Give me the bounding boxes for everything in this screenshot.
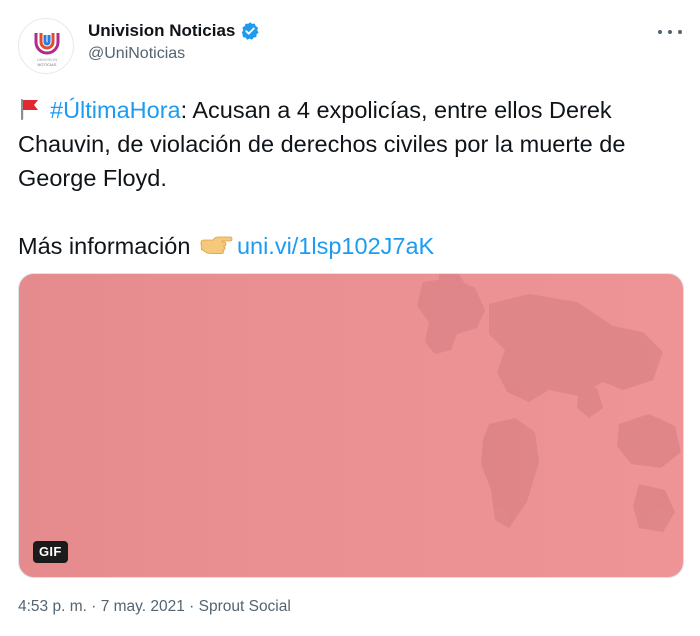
author-avatar[interactable]: UNIVISION NOTICIAS NOTICIAS xyxy=(18,18,74,74)
author-handle[interactable]: @UniNoticias xyxy=(88,45,260,63)
author-block: Univision Noticias @UniNoticias xyxy=(88,20,260,63)
tweet-card: UNIVISION NOTICIAS NOTICIAS Univision No… xyxy=(0,0,700,636)
verified-badge-icon xyxy=(242,22,259,40)
gif-media[interactable]: GIF xyxy=(18,273,684,578)
tweet-text: #ÚltimaHora: Acusan a 4 expolicías, entr… xyxy=(18,93,682,263)
hashtag-link[interactable]: #ÚltimaHora xyxy=(50,97,181,123)
red-flag-icon xyxy=(21,99,38,120)
more-info-label: Más información xyxy=(18,233,191,259)
gif-badge: GIF xyxy=(33,541,68,563)
tweet-paragraph-2: Más información uni.vi/1lsp102J7aK xyxy=(18,229,682,263)
more-options-icon[interactable] xyxy=(658,22,682,42)
author-display-name[interactable]: Univision Noticias xyxy=(88,21,235,41)
author-name-row: Univision Noticias xyxy=(88,20,260,42)
more-dot xyxy=(658,30,662,34)
tweet-paragraph-1: #ÚltimaHora: Acusan a 4 expolicías, entr… xyxy=(18,93,682,195)
world-map-graphic xyxy=(417,274,681,532)
more-dot xyxy=(678,30,682,34)
pointing-hand-icon xyxy=(200,236,233,254)
more-dot xyxy=(668,30,672,34)
tweet-timestamp[interactable]: 4:53 p. m. · 7 may. 2021 · Sprout Social xyxy=(18,598,291,616)
avatar-caption-2: NOTICIAS xyxy=(37,62,57,67)
tweet-link[interactable]: uni.vi/1lsp102J7aK xyxy=(237,233,434,259)
